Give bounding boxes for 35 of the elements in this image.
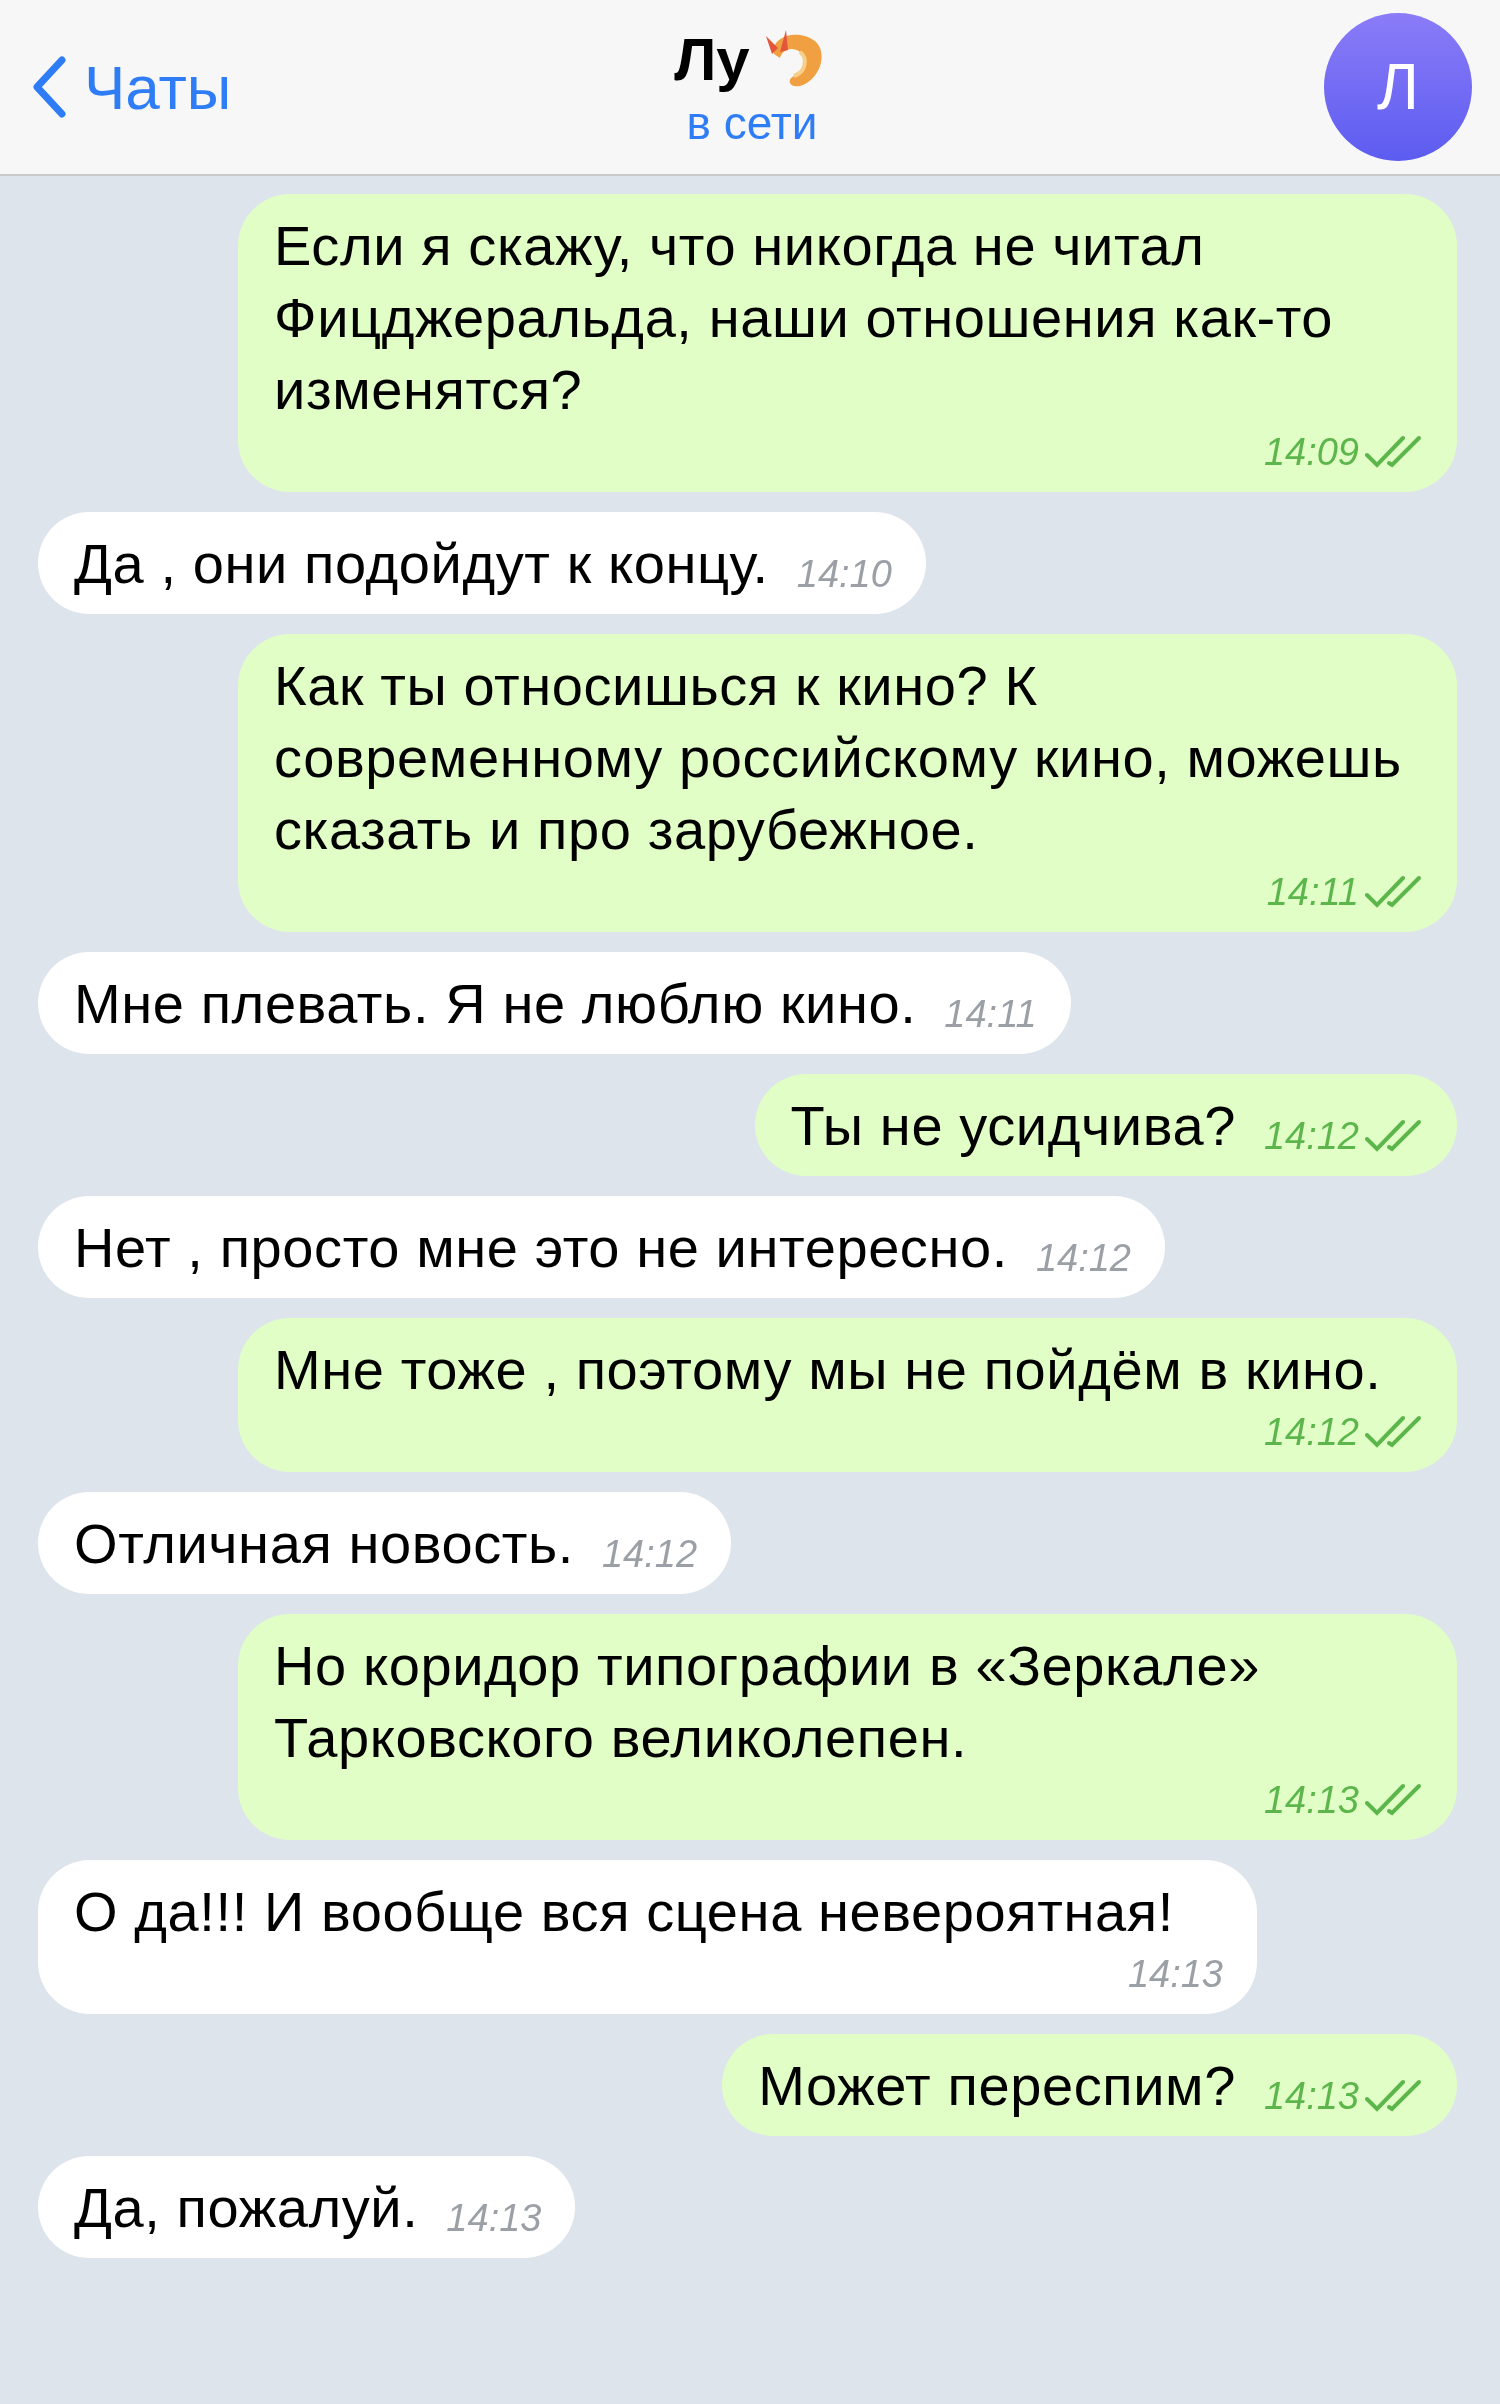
double-check-icon [1365,1783,1423,1817]
chat-title: Лу [674,24,750,94]
message-text: Может переспим? [758,2053,1236,2119]
double-check-icon [1365,2079,1423,2113]
message-time: 14:13 [1263,2074,1359,2119]
message-text: Нет , просто мне это не интересно. [74,1215,1008,1281]
message-text: Как ты относишься к кино? К современному российскому кино, можешь сказать и про зарубежное. [274,653,1403,863]
message-time: 14:09 [1263,430,1359,475]
double-check-icon [1365,875,1423,909]
message-text: Мне тоже , поэтому мы не пойдём в кино. [274,1337,1382,1403]
message-time: 14:12 [1035,1236,1131,1281]
back-chevron-icon [32,56,66,118]
message-time: 14:12 [1263,1410,1359,1455]
message-text: Ты не усидчива? [790,1093,1236,1159]
message-text: Но коридор типографии в «Зеркале» Тарковского великолепен. [274,1633,1261,1771]
back-link[interactable]: Чаты [32,51,352,123]
avatar[interactable]: Л [1324,13,1472,161]
message-text: Отличная новость. [74,1511,574,1577]
double-check-icon [1365,1415,1423,1449]
message-text: Мне плевать. Я не люблю кино. [74,971,917,1037]
message-time: 14:11 [944,992,1037,1037]
message-time: 14:13 [446,2196,542,2241]
message-time: 14:10 [796,552,892,597]
message-time: 14:12 [1263,1114,1359,1159]
message-time: 14:11 [1266,870,1359,915]
message-text: О да!!! И вообще вся сцена невероятная! [74,1879,1174,1945]
message-time: 14:13 [1263,1778,1359,1823]
message-text: Да, пожалуй. [74,2175,419,2241]
double-check-icon [1365,435,1423,469]
message-time: 14:13 [1127,1952,1223,1997]
message-time: 14:12 [602,1532,698,1577]
online-status: в сети [686,96,818,150]
message-text: Если я скажу, что никогда не читал Фицджеральда, наши отношения как-то изменятся? [274,213,1335,423]
double-check-icon [1365,1119,1423,1153]
message-text: Да , они подойдут к концу. [74,531,769,597]
